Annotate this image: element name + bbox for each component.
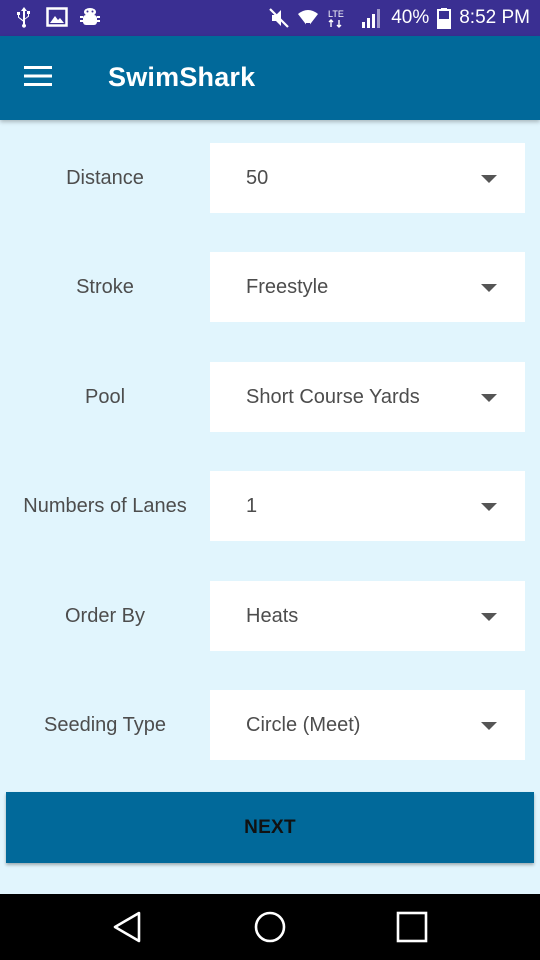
order-by-row: Order By Heats [0,581,540,651]
signal-icon [361,7,383,29]
dropdown-arrow-icon [481,613,497,621]
lanes-row: Numbers of Lanes 1 [0,471,540,541]
status-bar: LTE 40% 8:52 PM [0,0,540,36]
wifi-icon [297,7,319,29]
battery-icon [437,7,452,29]
order-by-label: Order By [64,604,146,627]
battery-percent: 40% [391,7,430,28]
dropdown-arrow-icon [481,722,497,730]
usb-icon [14,6,34,28]
distance-label: Distance [66,166,144,189]
lanes-label: Numbers of Lanes [23,494,187,517]
stroke-value: Freestyle [246,276,329,298]
recents-icon[interactable] [396,910,428,944]
image-icon [46,7,68,27]
pool-row: Pool Short Course Yards [0,362,540,432]
stroke-row: Stroke Freestyle [0,252,540,322]
distance-dropdown[interactable]: 50 [210,143,525,213]
pool-dropdown[interactable]: Short Course Yards [210,362,525,432]
pool-label: Pool [84,385,126,408]
status-bar-system: LTE 40% 8:52 PM [269,6,530,30]
distance-row: Distance 50 [0,143,540,213]
app-title: SwimShark [108,62,256,92]
lte-icon: LTE [327,7,353,29]
next-button[interactable]: NEXT [6,792,534,863]
android-debug-icon [80,6,100,28]
stroke-dropdown[interactable]: Freestyle [210,252,525,322]
hamburger-menu-icon[interactable] [22,64,62,92]
dropdown-arrow-icon [481,394,497,402]
dropdown-arrow-icon [481,175,497,183]
seeding-type-row: Seeding Type Circle (Meet) [0,690,540,760]
order-by-value: Heats [246,605,299,627]
dropdown-arrow-icon [481,284,497,292]
status-bar-notifications [14,6,100,28]
distance-value: 50 [246,167,269,189]
back-icon[interactable] [112,910,142,944]
app-bar: SwimShark [0,36,540,120]
mute-icon [269,7,289,29]
seeding-type-value: Circle (Meet) [246,714,361,736]
stroke-label: Stroke [76,275,134,298]
svg-text:LTE: LTE [328,9,344,19]
status-time: 8:52 PM [459,7,530,28]
pool-value: Short Course Yards [246,386,420,408]
seeding-type-label: Seeding Type [44,713,166,736]
lanes-value: 1 [246,495,258,517]
navigation-bar [0,894,540,960]
dropdown-arrow-icon [481,503,497,511]
next-button-label: NEXT [244,816,296,838]
lanes-dropdown[interactable]: 1 [210,471,525,541]
seeding-type-dropdown[interactable]: Circle (Meet) [210,690,525,760]
order-by-dropdown[interactable]: Heats [210,581,525,651]
home-icon[interactable] [253,910,287,944]
